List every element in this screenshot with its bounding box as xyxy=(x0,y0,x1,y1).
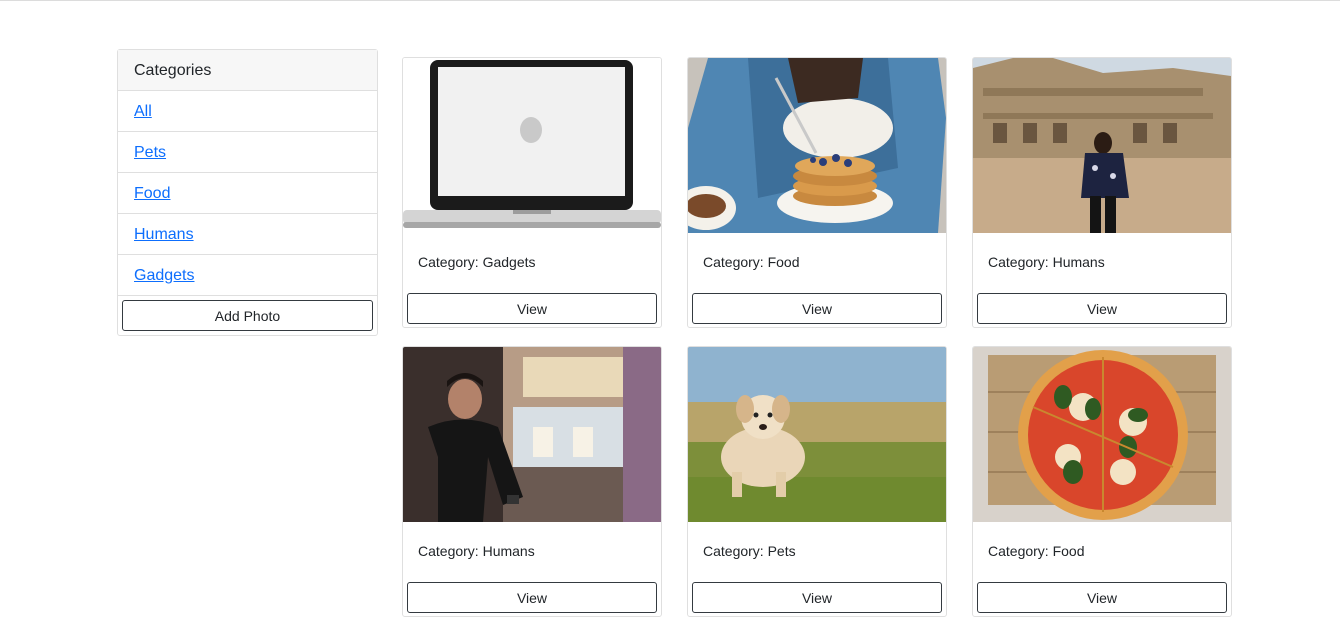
category-link-pets[interactable]: Pets xyxy=(134,144,166,161)
sidebar-item-pets: Pets xyxy=(118,132,377,173)
woman-at-fort-photo[interactable] xyxy=(973,58,1231,233)
photo-card: Category: Food View xyxy=(687,57,947,328)
category-link-food[interactable]: Food xyxy=(134,185,170,202)
photo-card: Category: Humans View xyxy=(402,346,662,617)
card-category: Category: Humans xyxy=(418,543,535,559)
sidebar-item-humans: Humans xyxy=(118,214,377,255)
photo-grid: Category: Gadgets View Category: Food Vi… xyxy=(402,57,1232,617)
sidebar-item-food: Food xyxy=(118,173,377,214)
puppy-photo[interactable] xyxy=(688,347,946,522)
photo-card: Category: Gadgets View xyxy=(402,57,662,328)
view-button[interactable]: View xyxy=(407,582,657,613)
view-button[interactable]: View xyxy=(407,293,657,324)
pizza-photo[interactable] xyxy=(973,347,1231,522)
photo-card: Category: Food View xyxy=(972,346,1232,617)
category-link-humans[interactable]: Humans xyxy=(134,226,194,243)
card-category: Category: Pets xyxy=(703,543,796,559)
category-link-all[interactable]: All xyxy=(134,103,152,120)
photo-card: Category: Humans View xyxy=(972,57,1232,328)
sidebar-footer: Add Photo xyxy=(118,296,377,335)
view-button[interactable]: View xyxy=(692,582,942,613)
card-category: Category: Gadgets xyxy=(418,254,536,270)
categories-sidebar: Categories All Pets Food Humans Gadgets … xyxy=(117,49,378,336)
card-category: Category: Humans xyxy=(988,254,1105,270)
man-at-restaurant-photo[interactable] xyxy=(403,347,661,522)
card-category: Category: Food xyxy=(988,543,1085,559)
category-link-gadgets[interactable]: Gadgets xyxy=(134,267,194,284)
top-divider xyxy=(0,0,1340,1)
pancakes-photo[interactable] xyxy=(688,58,946,233)
sidebar-item-gadgets: Gadgets xyxy=(118,255,377,296)
view-button[interactable]: View xyxy=(977,582,1227,613)
add-photo-button[interactable]: Add Photo xyxy=(122,300,373,331)
photo-card: Category: Pets View xyxy=(687,346,947,617)
categories-header: Categories xyxy=(118,50,377,91)
card-category: Category: Food xyxy=(703,254,800,270)
sidebar-item-all: All xyxy=(118,91,377,132)
view-button[interactable]: View xyxy=(977,293,1227,324)
laptop-photo[interactable] xyxy=(403,58,661,233)
view-button[interactable]: View xyxy=(692,293,942,324)
